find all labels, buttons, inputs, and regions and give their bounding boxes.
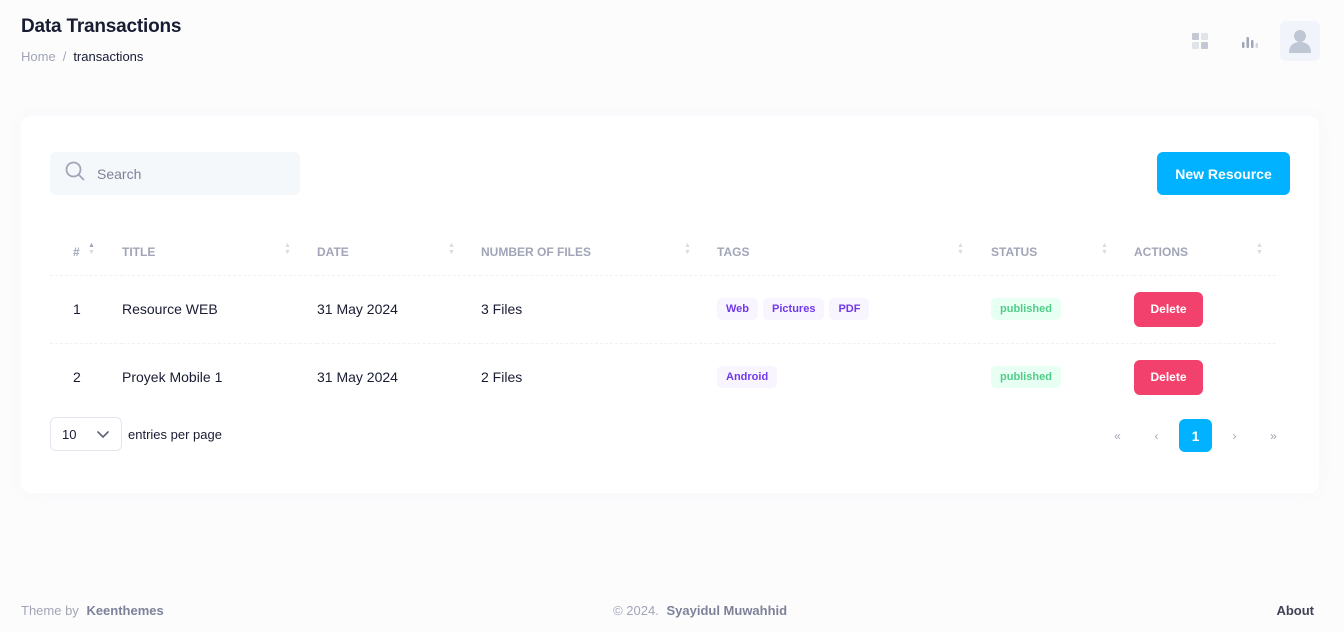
per-page-label: entries per page [128,426,222,442]
status-badge: published [991,366,1061,389]
row-tags: Android [717,343,991,411]
row-actions: Delete [1134,343,1276,411]
page-1-button[interactable]: 1 [1179,419,1212,452]
status-badge: published [991,298,1061,320]
search-icon [65,161,85,186]
per-page-value: 10 [62,426,77,442]
breadcrumb-current: transactions [73,49,144,64]
transactions-table: # ▲ ▼ TITLE ▲ ▼ DATE ▲ ▼ NUMBER OF FILES ▲ ▼… [50,229,1276,411]
footer-theme-label: Theme by [21,603,79,618]
footer-theme-link[interactable]: Keenthemes [86,603,163,618]
footer-about: About [1276,603,1314,618]
row-actions: Delete [1134,275,1276,344]
row-number: 2 [73,369,81,386]
search-box[interactable] [50,152,300,195]
sort-icon: ▲ ▼ [957,242,964,256]
apps-icon[interactable] [1180,21,1220,61]
delete-button[interactable]: Delete [1134,359,1203,395]
tag-badge: Web [717,298,759,320]
footer-theme: Theme by Keenthemes [21,603,164,618]
top-icons [1170,21,1320,61]
next-page-button[interactable]: › [1218,419,1251,452]
tag-badge: Android [717,366,778,389]
row-title: Proyek Mobile 1 [122,369,223,386]
column-header-status[interactable]: STATUS ▲ ▼ [991,229,1134,276]
last-page-button[interactable]: » [1257,419,1290,452]
first-page-button[interactable]: « [1101,419,1134,452]
table-row: 2 Proyek Mobile 1 31 May 2024 2 Files An… [50,343,1276,411]
row-date: 31 May 2024 [317,369,398,386]
column-header-date[interactable]: DATE ▲ ▼ [317,229,481,276]
footer: Theme by Keenthemes © 2024. Syayidul Muw… [21,603,1314,618]
column-header-tags[interactable]: TAGS ▲ ▼ [717,229,991,276]
breadcrumb: Home / transactions [21,49,181,64]
breadcrumb-home[interactable]: Home [21,49,56,64]
user-avatar-icon[interactable] [1280,21,1320,61]
column-header-files[interactable]: NUMBER OF FILES ▲ ▼ [481,229,717,276]
column-header-title[interactable]: TITLE ▲ ▼ [122,229,317,276]
sort-icon: ▲ ▼ [284,242,291,256]
pagination: « ‹ 1 › » [1095,419,1290,452]
sort-icon: ▲ ▼ [684,242,691,256]
footer-copyright-year: © 2024. [613,603,659,618]
row-status: published [991,275,1134,344]
transactions-card: New Resource # ▲▼ TITLE ▲▼ DATE ▲▼ NUMBE… [21,116,1319,493]
tag-badge: PDF [829,298,870,320]
chart-icon[interactable] [1230,21,1270,61]
chevron-down-icon [97,427,109,442]
row-date: 31 May 2024 [317,275,481,344]
delete-button[interactable]: Delete [1134,291,1203,327]
table-header-row: # ▲ ▼ TITLE ▲ ▼ DATE ▲ ▼ NUMBER OF FILES ▲ ▼… [50,229,1276,276]
row-status: published [991,343,1134,411]
row-files: 2 Files [481,369,523,386]
per-page-control: 10 entries per page [50,417,222,451]
row-number: 1 [50,275,122,344]
footer-copyright: © 2024. Syayidul Muwahhid [613,603,787,618]
page-header: Data Transactions Home / transactions [21,16,181,64]
page-title: Data Transactions [21,16,182,37]
footer-about-link[interactable]: About [1276,603,1314,618]
column-header-actions[interactable]: ACTIONS ▲ ▼ [1134,229,1276,276]
sort-icon: ▲ ▼ [88,242,95,256]
prev-page-button[interactable]: ‹ [1140,419,1173,452]
table-row: 1 Resource WEB 31 May 2024 3 Files Web Pi… [50,275,1276,344]
search-input[interactable] [97,165,277,182]
sort-icon: ▲ ▼ [1101,242,1108,256]
row-title: Resource WEB [122,275,317,344]
per-page-select[interactable]: 10 [50,417,122,451]
breadcrumb-separator: / [62,49,67,64]
sort-icon: ▲ ▼ [1256,242,1263,256]
row-files: 3 Files [481,275,717,344]
new-resource-button[interactable]: New Resource [1157,152,1290,195]
column-header-number[interactable]: # ▲ ▼ [50,229,122,276]
tag-badge: Pictures [763,298,825,320]
sort-icon: ▲ ▼ [448,242,455,256]
row-tags: Web Pictures PDF [717,275,991,344]
footer-author-link[interactable]: Syayidul Muwahhid [666,603,787,618]
